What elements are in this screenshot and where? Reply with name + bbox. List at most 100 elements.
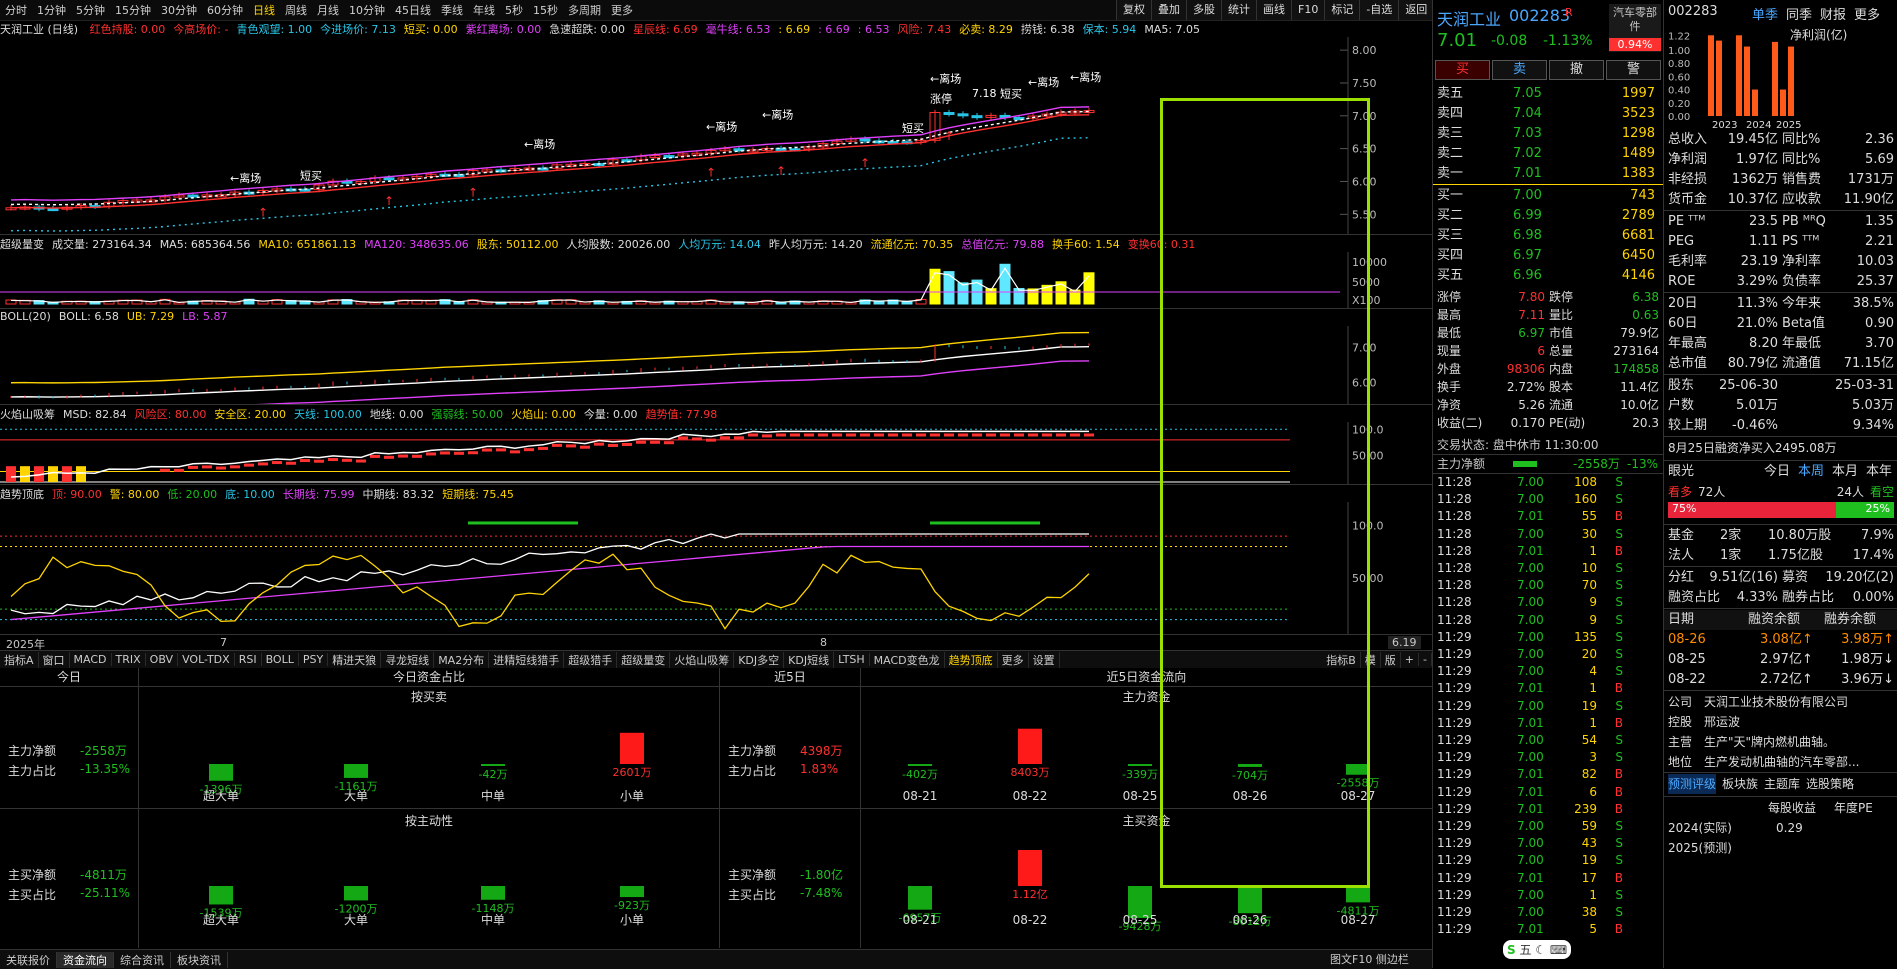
indicator-tab-20[interactable]: 趋势顶底 — [945, 651, 998, 668]
bottom-tab-2[interactable]: 综合资讯 — [114, 951, 171, 968]
indicator-tab-13[interactable]: 超级猎手 — [564, 651, 618, 668]
f10-link-3[interactable]: 选股策略 — [1806, 774, 1854, 794]
indicator-tab-6[interactable]: RSI — [235, 653, 262, 666]
period-13[interactable]: 5秒 — [500, 2, 528, 18]
stat-label-b: 股本 — [1549, 380, 1574, 394]
bottom-tab-0[interactable]: 关联报价 — [0, 951, 57, 968]
fire-bar — [202, 465, 212, 469]
bottom-tab-3[interactable]: 板块资讯 — [171, 951, 228, 968]
bid-row-0[interactable]: 买一 7.00 743 — [1433, 186, 1663, 206]
trade-btn-2[interactable]: 撤 — [1549, 60, 1604, 80]
period-11[interactable]: 季线 — [436, 2, 468, 18]
f10-sidebar-link[interactable]: 图文F10 侧边栏 — [1330, 951, 1409, 967]
indicator-tab-18[interactable]: LTSH — [834, 653, 870, 666]
holder-value-a: -0.46% — [1732, 418, 1778, 433]
trade-btn-3[interactable]: 警 — [1606, 60, 1661, 80]
indicator-tab-21[interactable]: 更多 — [998, 651, 1029, 668]
indicator-tab-15[interactable]: 火焰山吸筹 — [670, 651, 735, 668]
toolbar-btn-2[interactable]: 多股 — [1186, 0, 1221, 20]
period-12[interactable]: 年线 — [468, 2, 500, 18]
f10-link-0[interactable]: 预测评级 — [1668, 774, 1717, 794]
five-main-label-2: 08-25 — [1123, 789, 1158, 803]
trade-btn-0[interactable]: 买 — [1435, 60, 1490, 80]
tick-volume: 135 — [1574, 629, 1597, 644]
bid-row-1[interactable]: 买二 6.99 2789 — [1433, 206, 1663, 226]
period-2[interactable]: 5分钟 — [71, 2, 110, 18]
indicator-tab-16[interactable]: KDJ多空 — [734, 651, 785, 668]
industry-box[interactable]: 汽车零部件 0.94% — [1609, 4, 1661, 52]
indicator-tab-7[interactable]: BOLL — [262, 653, 299, 666]
eye-tab-2[interactable]: 本月 — [1832, 462, 1858, 482]
eye-tab-1[interactable]: 本周 — [1798, 462, 1824, 482]
eye-tab-3[interactable]: 本年 — [1866, 462, 1892, 482]
ask-volume: 1383 — [1621, 166, 1655, 181]
ask-row-2[interactable]: 卖三 7.03 1298 — [1433, 124, 1663, 144]
toolbar-btn-6[interactable]: 标记 — [1324, 0, 1360, 20]
ime-toolbar[interactable]: S 五 ☾ ⌨ — [1503, 940, 1572, 959]
period-10[interactable]: 45日线 — [390, 2, 436, 18]
period-7[interactable]: 周线 — [280, 2, 312, 18]
toolbar-btn-3[interactable]: 统计 — [1221, 0, 1256, 20]
indicator-tab-12[interactable]: 进精短线猎手 — [489, 651, 565, 668]
tick-side: S — [1615, 475, 1623, 489]
period-0[interactable]: 分时 — [0, 2, 32, 18]
period-1[interactable]: 1分钟 — [32, 2, 71, 18]
period-14[interactable]: 15秒 — [528, 2, 563, 18]
toolbar-btn-8[interactable]: 返回 — [1398, 0, 1434, 20]
toolbar-btn-7[interactable]: -自选 — [1359, 0, 1399, 20]
ask-row-3[interactable]: 卖二 7.02 1489 — [1433, 144, 1663, 164]
indicator-tab-5[interactable]: VOL-TDX — [178, 653, 235, 666]
five-main-bar-0 — [908, 764, 932, 766]
fire-bar — [398, 454, 408, 458]
toolbar-btn-5[interactable]: F10 — [1291, 0, 1325, 20]
ask-row-1[interactable]: 卖四 7.04 3523 — [1433, 104, 1663, 124]
indicator-tab-22[interactable]: 设置 — [1029, 651, 1060, 668]
tick-price: 7.01 — [1517, 784, 1544, 799]
indicator-tab-9[interactable]: 精进天狼 — [328, 651, 382, 668]
indicator-tab-0[interactable]: 指标A — [0, 651, 39, 668]
indicator-right-btn-2[interactable]: 版 — [1381, 651, 1401, 668]
bid-row-3[interactable]: 买四 6.97 6450 — [1433, 246, 1663, 266]
bottom-tab-1[interactable]: 资金流向 — [57, 951, 114, 968]
indicator-tab-14[interactable]: 超级量变 — [617, 651, 671, 668]
indicator-tab-10[interactable]: 寻龙短线 — [381, 651, 435, 668]
period-16[interactable]: 更多 — [606, 2, 638, 18]
bottom-tabs: 关联报价 资金流向 综合资讯 板块资讯 — [0, 949, 1432, 969]
f10-tab-0[interactable]: 单季 — [1752, 4, 1778, 23]
f10-link-2[interactable]: 主题库 — [1764, 774, 1800, 794]
bid-row-2[interactable]: 买三 6.98 6681 — [1433, 226, 1663, 246]
f10-tab-3[interactable]: 更多 — [1854, 4, 1880, 23]
ask-row-4[interactable]: 卖一 7.01 1383 — [1433, 164, 1663, 184]
period-6[interactable]: 日线 — [248, 2, 280, 18]
indicator-tab-2[interactable]: MACD — [70, 653, 112, 666]
indicator-tab-1[interactable]: 窗口 — [39, 651, 70, 668]
indicator-tab-4[interactable]: OBV — [146, 653, 179, 666]
f10-link-1[interactable]: 板块族 — [1722, 774, 1758, 794]
period-5[interactable]: 60分钟 — [202, 2, 248, 18]
active-bar-3 — [620, 886, 644, 898]
f10-tab-1[interactable]: 同季 — [1786, 4, 1812, 23]
bid-row-4[interactable]: 买五 6.96 4146 — [1433, 266, 1663, 286]
stat-label-b: 市值 — [1549, 326, 1574, 340]
indicator-tab-8[interactable]: PSY — [299, 653, 329, 666]
period-9[interactable]: 10分钟 — [344, 2, 390, 18]
margin-note[interactable]: 8月25日融资净买入2495.08万 — [1664, 438, 1897, 458]
indicator-right-btn-4[interactable]: - — [1419, 653, 1432, 666]
period-8[interactable]: 月线 — [312, 2, 344, 18]
toolbar-btn-4[interactable]: 画线 — [1256, 0, 1291, 20]
trade-btn-1[interactable]: 卖 — [1492, 60, 1547, 80]
period-4[interactable]: 30分钟 — [156, 2, 202, 18]
toolbar-btn-1[interactable]: 叠加 — [1151, 0, 1186, 20]
indicator-tab-17[interactable]: KDJ短线 — [784, 651, 835, 668]
f10-tab-2[interactable]: 财报 — [1820, 4, 1846, 23]
eye-tab-0[interactable]: 今日 — [1764, 462, 1790, 482]
ask-row-0[interactable]: 卖五 7.05 1997 — [1433, 84, 1663, 104]
period-15[interactable]: 多周期 — [563, 2, 606, 18]
toolbar-btn-0[interactable]: 复权 — [1116, 0, 1151, 20]
period-3[interactable]: 15分钟 — [110, 2, 156, 18]
bull-bear-bar[interactable]: 75% 25% — [1668, 502, 1894, 518]
indicator-tab-11[interactable]: MA2分布 — [434, 651, 490, 668]
indicator-tab-19[interactable]: MACD变色龙 — [870, 651, 945, 668]
indicator-tab-3[interactable]: TRIX — [112, 653, 146, 666]
indicator-right-btn-3[interactable]: + — [1401, 653, 1420, 666]
